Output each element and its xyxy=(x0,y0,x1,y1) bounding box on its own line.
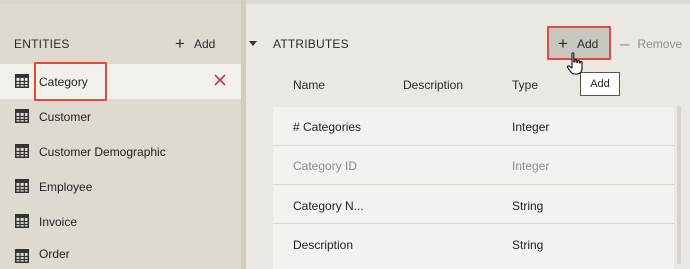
attributes-title: ATTRIBUTES xyxy=(273,37,349,51)
minus-icon: – xyxy=(620,34,630,53)
table-icon xyxy=(15,74,29,88)
attribute-name: Category ID xyxy=(293,159,358,173)
attribute-name: Description xyxy=(293,238,354,252)
close-icon[interactable] xyxy=(213,73,227,87)
entity-label: Customer xyxy=(39,109,92,124)
attributes-top-divider xyxy=(246,0,690,4)
entity-item-order[interactable]: Order xyxy=(0,239,241,269)
entity-item-employee[interactable]: Employee xyxy=(0,169,241,204)
attributes-add-label: Add xyxy=(576,36,599,51)
entity-item-customer[interactable]: Customer xyxy=(0,99,241,134)
caret-down-icon[interactable] xyxy=(249,41,257,47)
attribute-name: Category N... xyxy=(293,199,364,213)
table-row[interactable]: Description String xyxy=(273,224,674,269)
attributes-remove-label: Remove xyxy=(637,36,683,51)
entity-item-customer-demographic[interactable]: Customer Demographic xyxy=(0,134,241,169)
column-header-description[interactable]: Description xyxy=(403,78,463,92)
attributes-remove-button[interactable]: – Remove xyxy=(620,35,682,52)
entities-top-divider xyxy=(0,0,241,4)
column-header-name[interactable]: Name xyxy=(293,78,325,92)
entities-add-button[interactable]: + Add xyxy=(175,35,215,52)
entity-item-invoice[interactable]: Invoice xyxy=(0,204,241,239)
attribute-type: String xyxy=(512,199,544,213)
attribute-type: Integer xyxy=(512,120,550,134)
hand-pointer-icon xyxy=(566,52,583,75)
table-icon xyxy=(15,144,29,158)
attribute-name: # Categories xyxy=(293,120,362,134)
table-row[interactable]: # Categories Integer xyxy=(273,107,674,146)
table-icon xyxy=(15,179,29,193)
plus-icon: + xyxy=(175,34,185,53)
table-icon xyxy=(15,249,29,263)
add-tooltip: Add xyxy=(580,72,620,96)
entities-add-label: Add xyxy=(193,36,216,51)
entity-label: Order xyxy=(39,247,70,261)
column-header-type[interactable]: Type xyxy=(512,78,538,92)
table-row[interactable]: Category ID Integer xyxy=(273,146,674,185)
highlight-box-category xyxy=(34,62,107,101)
entity-label: Customer Demographic xyxy=(39,144,166,159)
attribute-type: Integer xyxy=(512,159,550,173)
table-icon xyxy=(15,214,29,228)
entity-label: Employee xyxy=(39,179,93,194)
attributes-scrollbar[interactable] xyxy=(677,106,681,264)
entities-title: ENTITIES xyxy=(14,37,70,51)
attribute-type: String xyxy=(512,238,544,252)
plus-icon: + xyxy=(558,34,568,53)
entity-label: Invoice xyxy=(39,214,78,229)
attributes-add-button-content[interactable]: + Add xyxy=(558,35,598,52)
table-icon xyxy=(15,109,29,123)
table-row[interactable]: Category N... String xyxy=(273,185,674,224)
